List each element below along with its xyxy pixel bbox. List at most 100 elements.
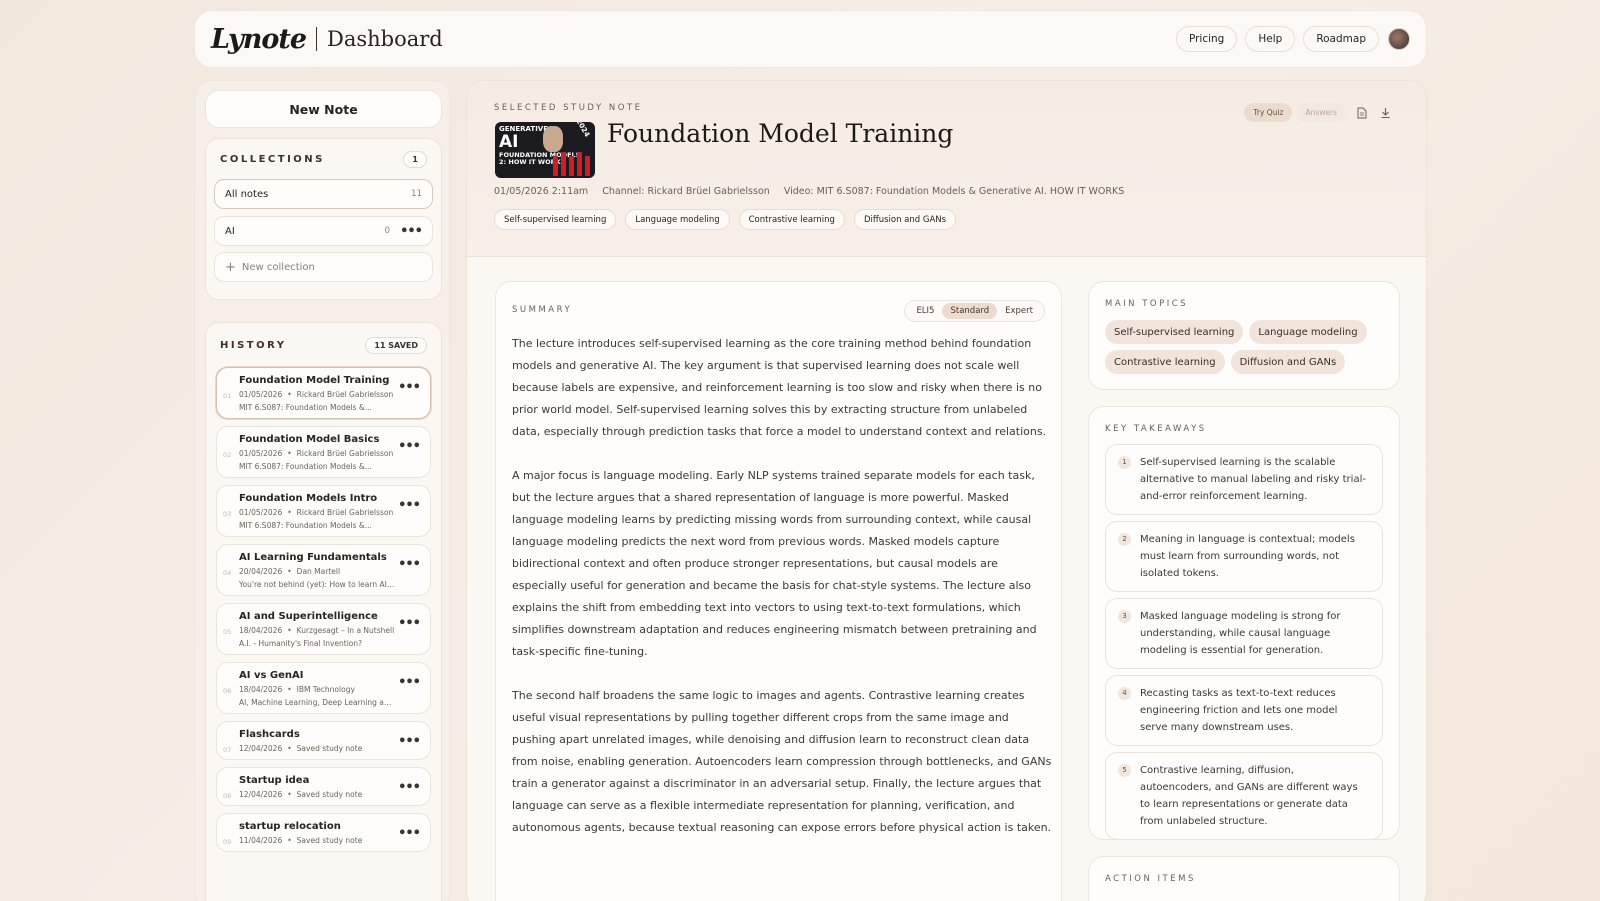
video-thumbnail[interactable]: GENERATIVE AI FOUNDATION MODELS 2: HOW IT… — [495, 122, 595, 178]
action-items-card: ACTION ITEMS — [1088, 856, 1400, 901]
thumb-text: AI — [499, 132, 519, 152]
history-item-number: 03 — [223, 510, 232, 518]
history-item-meta: 01/05/2026 • Rickard Brüel Gabrielsson — [239, 449, 394, 458]
logo[interactable]: Lynote — [211, 24, 307, 55]
more-icon[interactable]: ••• — [398, 675, 421, 690]
history-item-title: Foundation Model Training — [239, 375, 390, 386]
more-icon[interactable]: ••• — [398, 439, 421, 454]
takeaway-text: Contrastive learning, diffusion, autoenc… — [1140, 765, 1358, 827]
summary-mode-toggle: ELI5 Standard Expert — [904, 300, 1045, 322]
history-item[interactable]: 07 Flashcards 12/04/2026 • Saved study note •… — [216, 721, 431, 760]
more-icon[interactable]: ••• — [398, 826, 421, 841]
history-item-title: Foundation Model Basics — [239, 434, 380, 445]
history-saved-badge: 11 SAVED — [365, 336, 427, 354]
takeaway-number: 3 — [1118, 610, 1131, 623]
note-video: Video: MIT 6.S087: Foundation Models & G… — [783, 186, 1125, 197]
topic-chip[interactable]: Contrastive learning — [1105, 350, 1225, 374]
collection-count: 11 — [411, 189, 422, 199]
takeaway-text: Self-supervised learning is the scalable… — [1140, 457, 1366, 502]
plus-icon: + — [225, 259, 236, 275]
history-item-title: AI and Superintelligence — [239, 611, 378, 622]
history-item[interactable]: 08 Startup idea 12/04/2026 • Saved study not… — [216, 767, 431, 806]
more-icon[interactable]: ••• — [398, 734, 421, 749]
history-item-number: 06 — [223, 687, 232, 695]
history-item-meta: 20/04/2026 • Dan Martell — [239, 567, 341, 576]
more-icon[interactable]: ••• — [398, 557, 421, 572]
history-item-desc: MIT 6.S087: Foundation Models &... — [239, 462, 372, 471]
takeaway-item: 3 Masked language modeling is strong for … — [1105, 598, 1383, 669]
mode-eli5[interactable]: ELI5 — [908, 303, 942, 319]
main-topics-card: MAIN TOPICS Self-supervised learning Lan… — [1088, 281, 1400, 390]
tag[interactable]: Self-supervised learning — [494, 209, 617, 230]
takeaway-number: 5 — [1118, 764, 1131, 777]
new-note-button[interactable]: New Note — [205, 90, 442, 128]
presenter-image — [543, 126, 563, 152]
top-bar: Lynote Dashboard Pricing Help Roadmap — [194, 10, 1427, 68]
history-item[interactable]: 01 Foundation Model Training 01/05/2026 • Ri… — [216, 367, 431, 419]
tag[interactable]: Diffusion and GANs — [853, 209, 957, 230]
summary-paragraph: The lecture introduces self-supervised l… — [512, 337, 1047, 438]
history-list: 01 Foundation Model Training 01/05/2026 • Ri… — [206, 367, 441, 852]
summary-text: The lecture introduces self-supervised l… — [512, 333, 1052, 861]
history-item-title: Startup idea — [239, 775, 310, 786]
new-collection-button[interactable]: + New collection — [214, 252, 433, 282]
nav-pricing[interactable]: Pricing — [1175, 26, 1238, 52]
history-item-number: 05 — [223, 628, 232, 636]
history-item[interactable]: 05 AI and Superintelligence 18/04/2026 • Kur… — [216, 603, 431, 655]
note-tags: Self-supervised learning Language modeli… — [494, 209, 965, 230]
more-icon[interactable]: ••• — [398, 780, 421, 795]
collection-all-notes[interactable]: All notes 11 — [214, 179, 433, 209]
topic-list: Self-supervised learning Language modeli… — [1105, 320, 1395, 380]
more-icon[interactable]: ••• — [398, 380, 421, 395]
history-item[interactable]: 04 AI Learning Fundamentals 20/04/2026 • Dan… — [216, 544, 431, 596]
history-item[interactable]: 02 Foundation Model Basics 01/05/2026 • Rick… — [216, 426, 431, 478]
tag[interactable]: Language modeling — [625, 209, 730, 230]
eyebrow: SELECTED STUDY NOTE — [494, 103, 643, 113]
avatar[interactable] — [1388, 28, 1410, 50]
document-icon[interactable] — [1352, 104, 1370, 122]
topic-chip[interactable]: Diffusion and GANs — [1230, 350, 1346, 374]
new-collection-label: New collection — [241, 261, 315, 273]
mode-expert[interactable]: Expert — [997, 303, 1041, 319]
history-item-title: AI vs GenAI — [239, 670, 304, 681]
history-item[interactable]: 03 Foundation Models Intro 01/05/2026 • Rick… — [216, 485, 431, 537]
history-item-title: Flashcards — [239, 729, 300, 740]
history-item-desc: A.I. - Humanity's Final Invention? — [239, 639, 363, 648]
nav-roadmap[interactable]: Roadmap — [1303, 26, 1379, 52]
key-takeaways-title: KEY TAKEAWAYS — [1105, 424, 1207, 434]
history-title: HISTORY — [220, 339, 287, 351]
history-item-number: 04 — [223, 569, 232, 577]
history-item-number: 01 — [223, 392, 232, 400]
more-icon[interactable]: ••• — [398, 616, 421, 631]
collection-ai[interactable]: AI 0 ••• — [214, 216, 433, 246]
takeaway-text: Meaning in language is contextual; model… — [1140, 534, 1355, 579]
summary-paragraph: The second half broadens the same logic … — [512, 689, 1052, 834]
takeaway-text: Masked language modeling is strong for u… — [1140, 611, 1341, 656]
summary-title: SUMMARY — [512, 305, 573, 315]
takeaway-number: 2 — [1118, 533, 1131, 546]
mode-standard[interactable]: Standard — [942, 303, 998, 319]
note-meta: 01/05/2026 2:11am Channel: Rickard Brüel… — [494, 186, 1135, 197]
try-quiz-button[interactable]: Try Quiz — [1244, 103, 1293, 122]
history-item[interactable]: 06 AI vs GenAI 18/04/2026 • IBM Technology AI… — [216, 662, 431, 714]
history-item-number: 09 — [223, 838, 232, 846]
main-topics-title: MAIN TOPICS — [1105, 299, 1189, 309]
history-item-desc: MIT 6.S087: Foundation Models &... — [239, 521, 372, 530]
history-item-number: 07 — [223, 746, 232, 754]
nav-help[interactable]: Help — [1245, 26, 1296, 52]
more-icon[interactable]: ••• — [400, 224, 423, 239]
answers-button[interactable]: Answers — [1296, 103, 1346, 122]
tag[interactable]: Contrastive learning — [738, 209, 845, 230]
takeaway-item: 4 Recasting tasks as text-to-text reduces… — [1105, 675, 1383, 746]
topic-chip[interactable]: Self-supervised learning — [1105, 320, 1244, 344]
download-icon[interactable] — [1376, 104, 1394, 122]
action-items-title: ACTION ITEMS — [1105, 874, 1196, 884]
more-icon[interactable]: ••• — [398, 498, 421, 513]
note-panel: SELECTED STUDY NOTE GENERATIVE AI FOUNDA… — [466, 80, 1427, 901]
history-item[interactable]: 09 startup relocation 11/04/2026 • Saved stu… — [216, 813, 431, 852]
history-section: HISTORY 11 SAVED 01 Foundation Model Trai… — [205, 322, 442, 901]
history-item-title: startup relocation — [239, 821, 341, 832]
topic-chip[interactable]: Language modeling — [1249, 320, 1367, 344]
note-channel: Channel: Rickard Brüel Gabrielsson — [602, 186, 770, 197]
takeaway-item: 5 Contrastive learning, diffusion, autoen… — [1105, 752, 1383, 840]
